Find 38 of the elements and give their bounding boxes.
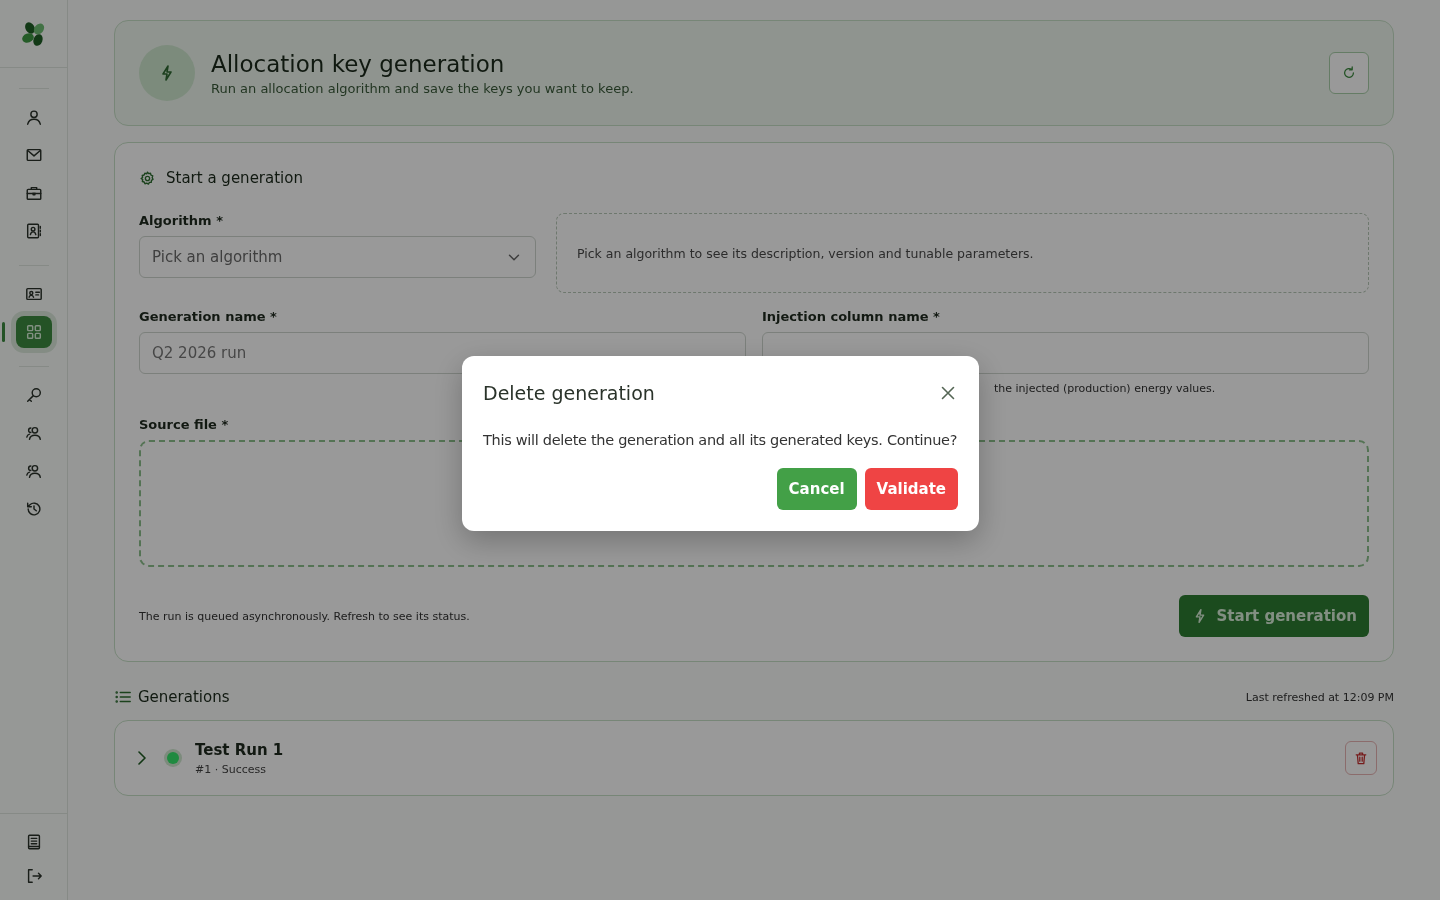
field-label: Generation name * — [139, 309, 278, 324]
algorithm-info-panel: Pick an algorithm to see its description, version and tunable parameters. — [556, 213, 1369, 293]
section-title: Generations — [138, 688, 230, 706]
page-title: Allocation key generation — [211, 50, 506, 77]
list-icon — [114, 688, 132, 706]
users-icon — [24, 424, 43, 442]
delete-button[interactable] — [1345, 741, 1377, 775]
field-label: Injection column name * — [762, 309, 941, 324]
generation-meta: #1 · Success — [195, 762, 267, 776]
select-placeholder: Pick an algorithm — [152, 248, 283, 266]
briefcase-icon — [24, 184, 43, 202]
field-hint: the injected (production) energy values. — [994, 382, 1217, 395]
algorithm-select[interactable]: Pick an algorithm — [139, 236, 536, 278]
mail-icon — [24, 146, 43, 164]
validate-button[interactable]: Validate — [864, 468, 958, 510]
page-subtitle: Run an allocation algorithm and save the keys you want to keep. — [211, 80, 635, 96]
active-indicator — [1, 322, 5, 342]
field-label: Source file * — [139, 417, 230, 432]
dialog-message: This will delete the generation and all its generated keys. Continue? — [483, 432, 958, 448]
gear-icon — [139, 169, 156, 187]
contact-book-icon — [24, 222, 43, 240]
trash-icon — [1353, 750, 1369, 766]
id-card-icon — [24, 285, 43, 303]
grid-icon — [24, 323, 43, 341]
users-icon — [24, 462, 43, 480]
section-title: Start a generation — [166, 169, 303, 187]
refresh-icon — [1341, 65, 1357, 81]
last-refreshed-text: Last refreshed at 12:09 PM — [1245, 690, 1394, 704]
lightning-icon — [139, 45, 195, 101]
generation-name: Test Run 1 — [195, 740, 285, 759]
key-icon — [24, 386, 43, 404]
form-note: The run is queued asynchronously. Refresh to see its status. — [139, 609, 470, 623]
history-icon — [24, 500, 43, 518]
person-icon — [24, 108, 43, 126]
start-generation-button[interactable]: Start generation — [1178, 595, 1369, 637]
dialog-title: Delete generation — [483, 382, 655, 404]
field-label: Algorithm * — [139, 213, 224, 228]
cancel-button[interactable]: Cancel — [776, 468, 857, 510]
